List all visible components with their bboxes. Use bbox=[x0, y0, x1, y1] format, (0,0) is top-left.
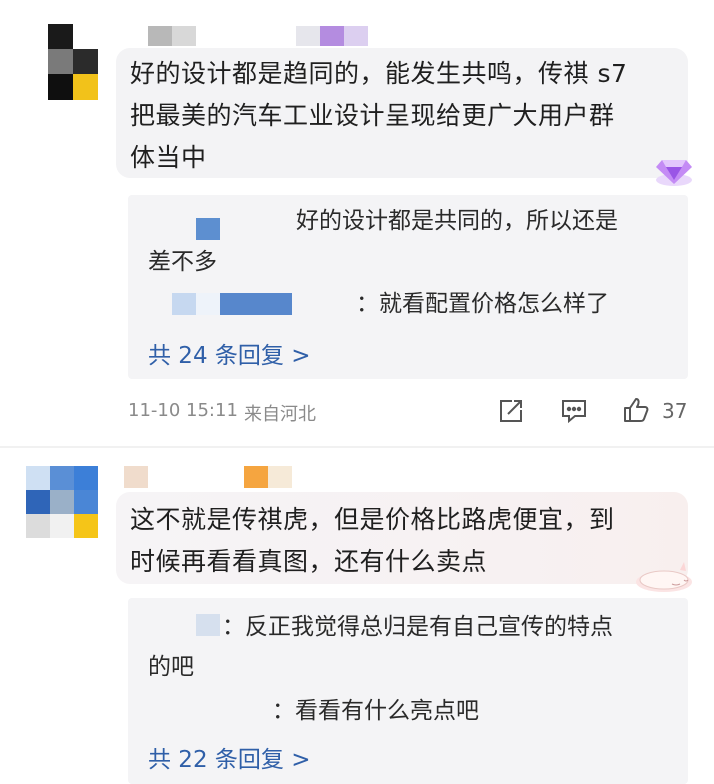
user-avatar-1[interactable] bbox=[48, 24, 98, 100]
reply-text-1-1-line-2: 差不多 bbox=[148, 249, 217, 275]
diamond-badge-icon bbox=[652, 150, 696, 188]
comment-text-line-3: 体当中 bbox=[130, 143, 207, 172]
like-count-1: 37 bbox=[662, 399, 688, 423]
reply-text-2-2: ：看看有什么亮点吧 bbox=[272, 698, 479, 724]
comment-divider bbox=[0, 446, 714, 448]
comment-text-line-1: 这不就是传祺虎，但是价格比路虎便宜，到 bbox=[130, 505, 615, 534]
reply-text-1-2: ：就看配置价格怎么样了 bbox=[356, 291, 609, 317]
view-more-replies-1[interactable]: 共 24 条回复 > bbox=[148, 336, 310, 370]
user-avatar-2[interactable] bbox=[26, 466, 98, 538]
comment-text-line-2: 时候再看看真图，还有什么卖点 bbox=[130, 547, 488, 576]
reply-text-1-1-line-1: 好的设计都是共同的，所以还是 bbox=[296, 208, 618, 234]
comment-location-1: 来自河北 bbox=[244, 404, 316, 425]
sleeping-cat-sticker-icon bbox=[628, 556, 696, 594]
reply-text-2-1-line-1: ：反正我觉得总归是有自己宣传的特点 bbox=[222, 614, 613, 640]
comment-text-line-2: 把最美的汽车工业设计呈现给更广大用户群 bbox=[130, 101, 615, 130]
reply-username-1-1[interactable] bbox=[196, 218, 220, 240]
reply-text-2-1-line-2: 的吧 bbox=[148, 654, 194, 680]
view-more-replies-2[interactable]: 共 22 条回复 > bbox=[148, 740, 310, 774]
comment-text-line-1: 好的设计都是趋同的，能发生共鸣，传祺 s7 bbox=[130, 59, 628, 88]
comment-timestamp-1: 11-10 15:11 bbox=[128, 400, 238, 421]
share-icon[interactable] bbox=[498, 398, 524, 424]
comment-icon[interactable] bbox=[560, 398, 588, 424]
thumbs-up-icon[interactable] bbox=[622, 396, 650, 424]
reply-username-2-1[interactable] bbox=[196, 614, 220, 636]
